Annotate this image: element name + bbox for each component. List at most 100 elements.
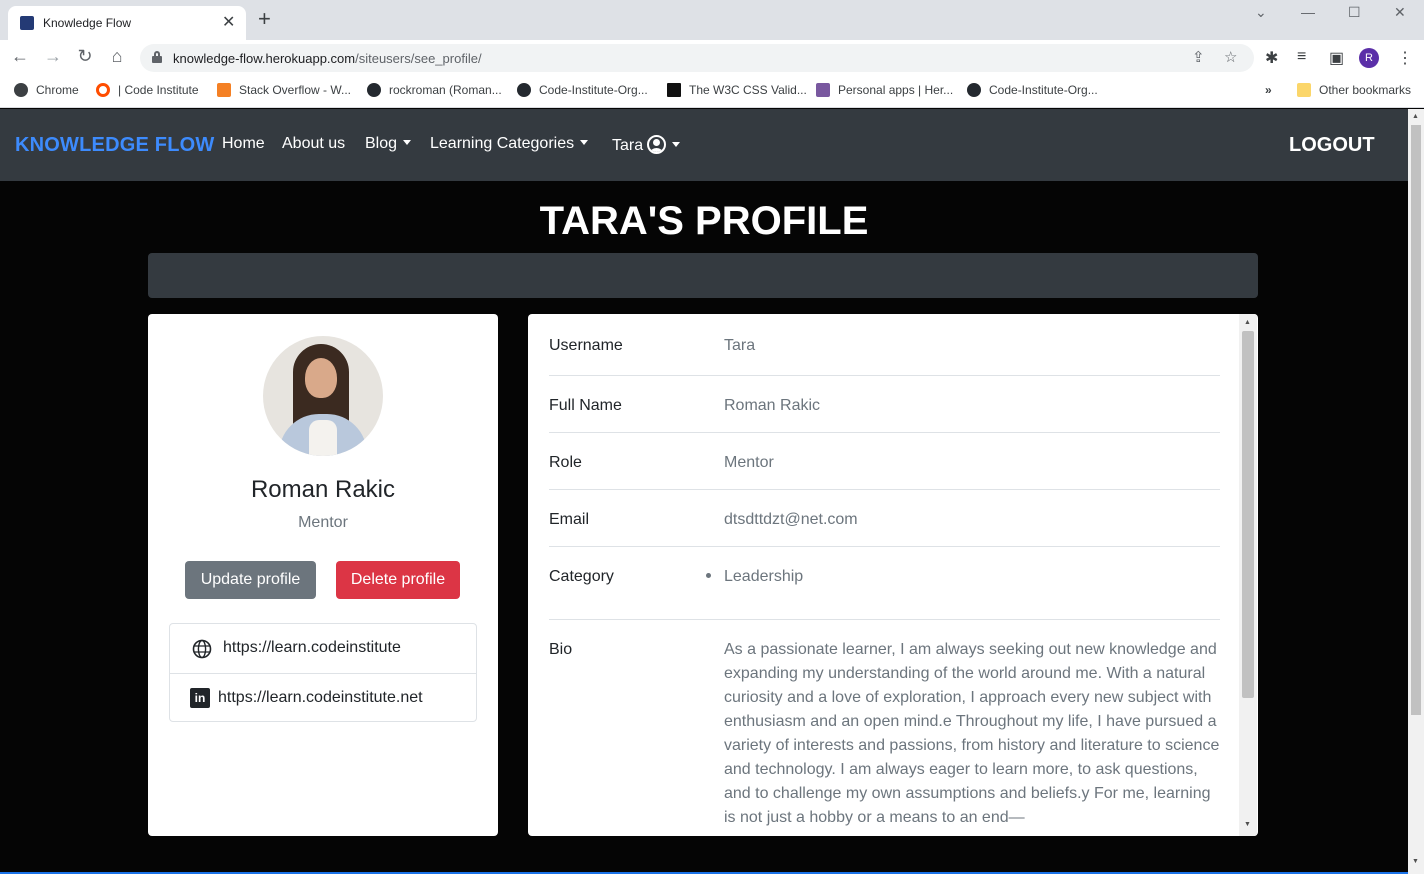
home-icon[interactable]: ⌂ xyxy=(105,46,129,67)
bookmark-item[interactable]: The W3C CSS Valid... xyxy=(667,83,807,97)
github-icon xyxy=(967,83,981,97)
scroll-up-icon[interactable]: ▲ xyxy=(1244,319,1251,326)
detail-row-email: Email dtsdttdzt@net.com xyxy=(549,490,1220,547)
update-profile-button[interactable]: Update profile xyxy=(185,561,316,599)
maximize-icon[interactable]: ☐ xyxy=(1348,4,1361,21)
bookmark-item[interactable]: Personal apps | Her... xyxy=(816,83,953,97)
website-link-row[interactable]: https://learn.codeinstitute xyxy=(170,624,476,673)
browser-tabstrip: Knowledge Flow ✕ + ⌄ — ☐ ✕ xyxy=(0,0,1424,40)
detail-label: Role xyxy=(549,454,582,471)
browser-toolbar: ← → ↻ ⌂ knowledge-flow.herokuapp.com/sit… xyxy=(0,40,1424,76)
page-title: TARA'S PROFILE xyxy=(539,199,869,243)
back-icon[interactable]: ← xyxy=(8,46,32,67)
detail-row-bio: Bio As a passionate learner, I am always… xyxy=(549,620,1220,836)
globe-icon xyxy=(192,639,212,659)
lock-icon xyxy=(152,51,162,64)
linkedin-icon: in xyxy=(190,688,210,708)
profile-details-card: Username Tara Full Name Roman Rakic Role… xyxy=(528,314,1258,836)
url-text: knowledge-flow.herokuapp.com/siteusers/s… xyxy=(173,51,482,66)
detail-label: Email xyxy=(549,511,590,528)
bookmark-item[interactable]: Chrome xyxy=(14,83,79,97)
address-bar[interactable]: knowledge-flow.herokuapp.com/siteusers/s… xyxy=(140,44,1254,72)
github-icon xyxy=(367,83,381,97)
nav-blog-dropdown[interactable]: Blog xyxy=(365,135,412,153)
minimize-icon[interactable]: — xyxy=(1301,4,1315,20)
chrome-icon xyxy=(14,83,28,97)
linkedin-link[interactable]: https://learn.codeinstitute.net xyxy=(218,689,423,707)
bookmark-star-icon[interactable]: ☆ xyxy=(1224,48,1237,66)
tab-title: Knowledge Flow xyxy=(43,16,132,30)
w3c-icon xyxy=(667,83,681,97)
bookmark-item[interactable]: | Code Institute xyxy=(96,83,199,97)
detail-row-role: Role Mentor xyxy=(549,433,1220,490)
more-bookmarks-icon[interactable]: » xyxy=(1265,83,1272,97)
detail-value: Roman Rakic xyxy=(724,397,821,414)
side-panel-icon[interactable]: ▣ xyxy=(1329,48,1344,68)
delete-profile-button[interactable]: Delete profile xyxy=(336,561,460,599)
menu-icon[interactable]: ⋮ xyxy=(1397,48,1413,68)
new-tab-icon[interactable]: + xyxy=(258,8,271,30)
close-window-icon[interactable]: ✕ xyxy=(1394,4,1406,21)
title-banner xyxy=(148,253,1258,298)
tab-search-icon[interactable]: ⌄ xyxy=(1255,4,1267,21)
detail-label: Username xyxy=(549,337,623,354)
other-bookmarks[interactable]: Other bookmarks xyxy=(1297,83,1411,97)
extensions-icon[interactable]: ✱ xyxy=(1265,48,1278,68)
site-favicon-icon xyxy=(20,16,34,30)
reading-list-icon[interactable]: ≡ xyxy=(1297,48,1306,66)
nav-user-label: Tara xyxy=(612,137,644,154)
browser-tab[interactable]: Knowledge Flow ✕ xyxy=(8,6,246,40)
caret-down-icon xyxy=(580,140,589,145)
folder-icon xyxy=(1297,83,1311,97)
detail-row-category: Category Leadership xyxy=(549,547,1220,620)
nav-user-dropdown[interactable]: Tara xyxy=(612,135,681,155)
bookmark-item[interactable]: Code-Institute-Org... xyxy=(517,83,648,97)
bookmark-item[interactable]: Code-Institute-Org... xyxy=(967,83,1098,97)
github-icon xyxy=(517,83,531,97)
profile-name: Roman Rakic xyxy=(250,476,396,503)
detail-value: Tara xyxy=(724,337,756,354)
bookmark-item[interactable]: rockroman (Roman... xyxy=(367,83,502,97)
detail-label: Bio xyxy=(549,641,573,658)
profile-card: Roman Rakic Mentor Update profile Delete… xyxy=(148,314,498,836)
nav-categories-dropdown[interactable]: Learning Categories xyxy=(430,135,589,153)
nav-blog-label: Blog xyxy=(365,135,398,152)
detail-label: Category xyxy=(549,568,614,585)
share-icon[interactable]: ⇪ xyxy=(1192,48,1205,66)
stackoverflow-icon xyxy=(217,83,231,97)
detail-label: Full Name xyxy=(549,397,622,414)
detail-row-username: Username Tara xyxy=(549,314,1220,376)
details-scrollbar[interactable]: ▲ ▼ xyxy=(1239,314,1257,836)
tab-close-icon[interactable]: ✕ xyxy=(222,12,235,32)
profile-role: Mentor xyxy=(298,514,348,531)
detail-value: Mentor xyxy=(724,454,774,471)
scroll-up-icon[interactable]: ▲ xyxy=(1412,113,1419,120)
page-scrollbar[interactable]: ▲ ▼ xyxy=(1408,109,1424,874)
user-circle-icon xyxy=(647,135,667,154)
profile-avatar-icon[interactable]: R xyxy=(1359,48,1379,68)
scroll-thumb[interactable] xyxy=(1242,331,1254,698)
detail-row-full-name: Full Name Roman Rakic xyxy=(549,376,1220,433)
detail-value: dtsdttdzt@net.com xyxy=(724,511,858,528)
logout-link[interactable]: LOGOUT xyxy=(1289,134,1375,157)
bio-text: As a passionate learner, I am always see… xyxy=(724,641,1220,826)
page-scroll-thumb[interactable] xyxy=(1411,125,1421,715)
category-list-item: Leadership xyxy=(706,568,803,586)
profile-links: https://learn.codeinstitute in https://l… xyxy=(169,623,477,722)
reload-icon[interactable]: ↻ xyxy=(73,46,97,67)
scroll-down-icon[interactable]: ▼ xyxy=(1244,821,1251,828)
bookmark-item[interactable]: Stack Overflow - W... xyxy=(217,83,351,97)
forward-icon[interactable]: → xyxy=(41,46,65,67)
caret-down-icon xyxy=(672,142,681,147)
website-link[interactable]: https://learn.codeinstitute xyxy=(223,639,401,657)
brand-logo[interactable]: KNOWLEDGE FLOW xyxy=(15,134,214,157)
page-viewport: KNOWLEDGE FLOW Home About us Blog Learni… xyxy=(0,109,1408,872)
nav-categories-label: Learning Categories xyxy=(430,135,575,152)
scroll-down-icon[interactable]: ▼ xyxy=(1412,858,1419,865)
site-navbar: KNOWLEDGE FLOW Home About us Blog Learni… xyxy=(0,109,1408,181)
nav-home[interactable]: Home xyxy=(222,135,265,153)
linkedin-link-row[interactable]: in https://learn.codeinstitute.net xyxy=(170,673,476,722)
bookmarks-bar: Chrome | Code Institute Stack Overflow -… xyxy=(0,76,1424,108)
code-institute-icon xyxy=(96,83,110,97)
nav-about[interactable]: About us xyxy=(282,135,345,153)
